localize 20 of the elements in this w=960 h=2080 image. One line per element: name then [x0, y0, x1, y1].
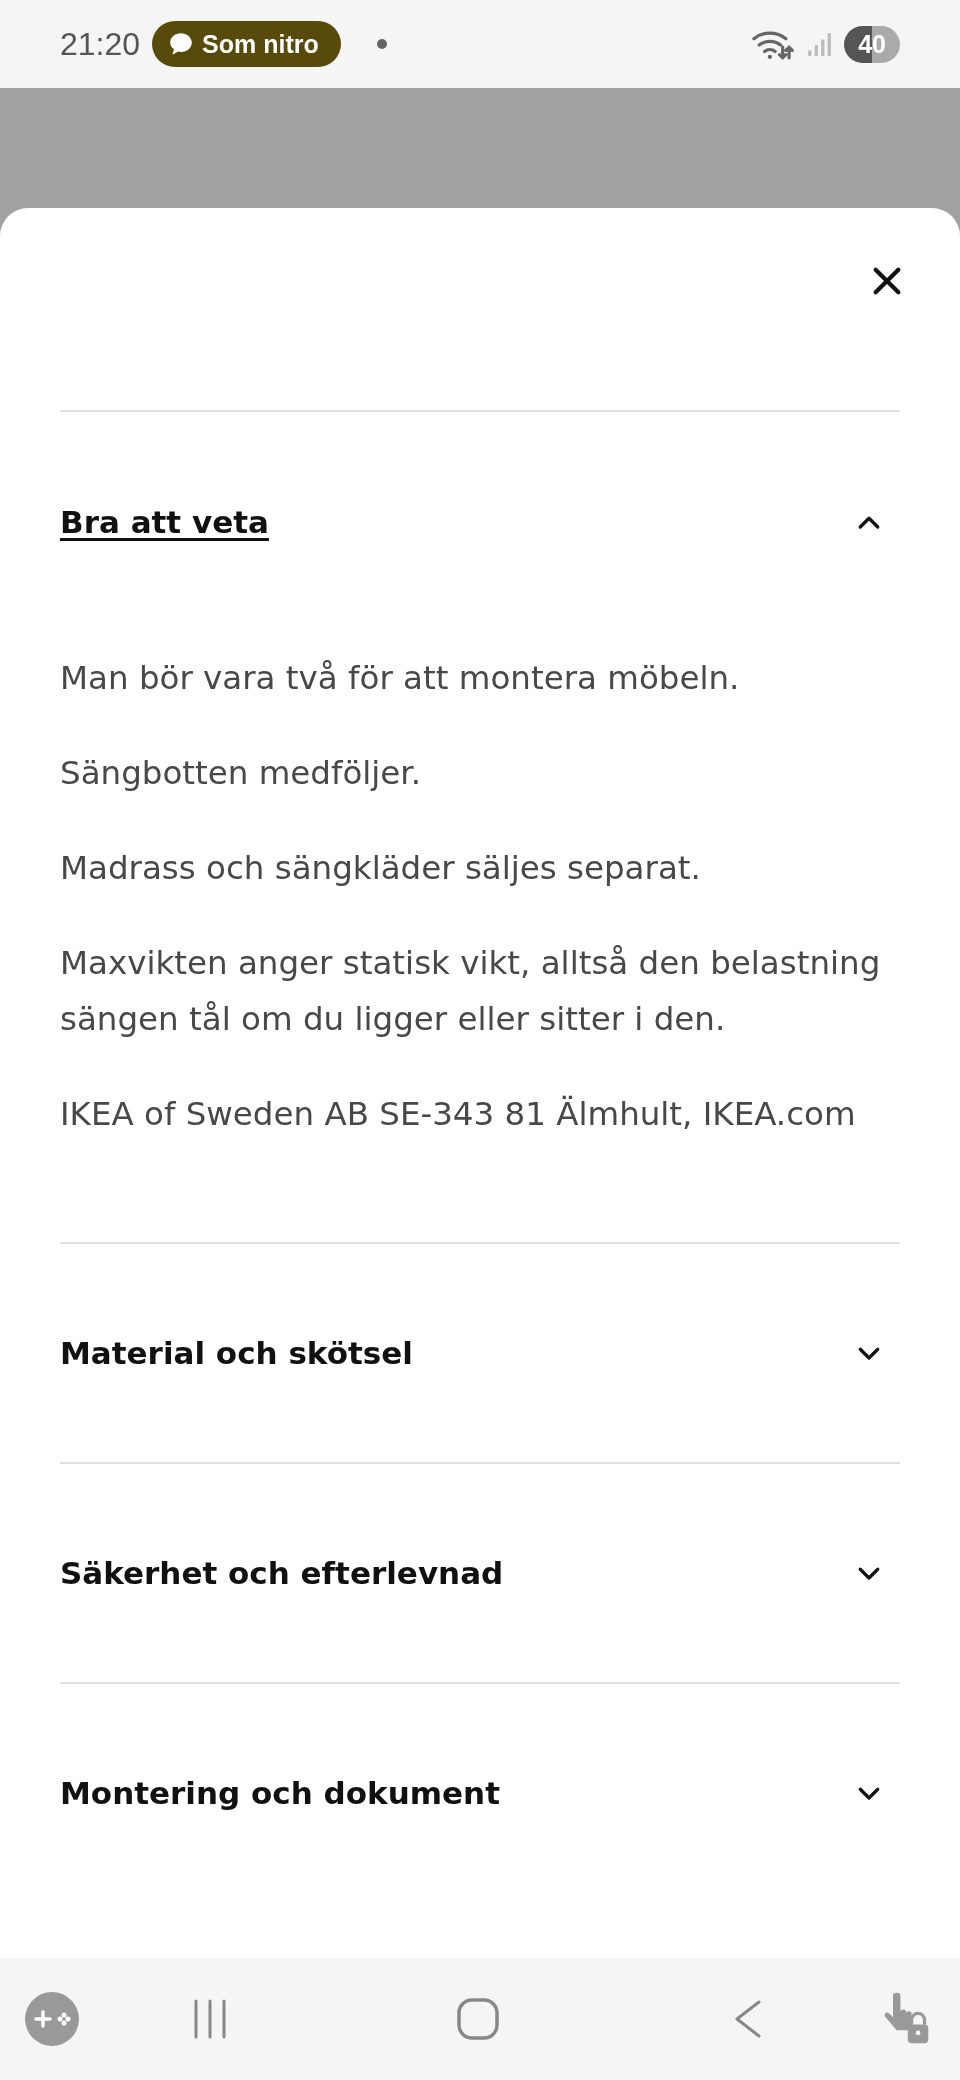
info-paragraph: Sängbotten medföljer. — [60, 753, 423, 794]
clock: 21:20 — [60, 25, 141, 63]
chat-bubble-icon — [168, 31, 195, 57]
battery-indicator: 40 — [844, 25, 900, 63]
accordion-header[interactable]: Montering och dokument — [60, 1684, 900, 1902]
signal-icon — [806, 30, 833, 58]
home-icon[interactable] — [456, 1997, 500, 2041]
wifi-icon — [750, 28, 795, 60]
notification-dot-icon — [376, 39, 387, 49]
info-paragraph: IKEA of Sweden AB SE-343 81 Älmhult, IKEA.com — [60, 1094, 857, 1135]
accordion-header[interactable]: Säkerhet och efterlevnad — [60, 1464, 900, 1682]
info-paragraph: Madrass och sängkläder säljes separat. — [60, 848, 702, 889]
accordion-header[interactable]: Bra att veta — [60, 412, 900, 632]
back-icon[interactable] — [733, 1999, 763, 2039]
info-paragraph: Maxvikten anger statisk vikt, alltså den belastning sängen tål om du ligger eller sitter i den. — [60, 943, 882, 1040]
gamepad-icon[interactable] — [24, 1991, 80, 2047]
accordion-header[interactable]: Material och skötsel — [60, 1244, 900, 1462]
close-icon — [870, 264, 904, 298]
info-paragraph: Man bör vara två för att montera möbeln. — [60, 658, 741, 699]
notification-chip[interactable]: Som nitro — [152, 21, 341, 67]
